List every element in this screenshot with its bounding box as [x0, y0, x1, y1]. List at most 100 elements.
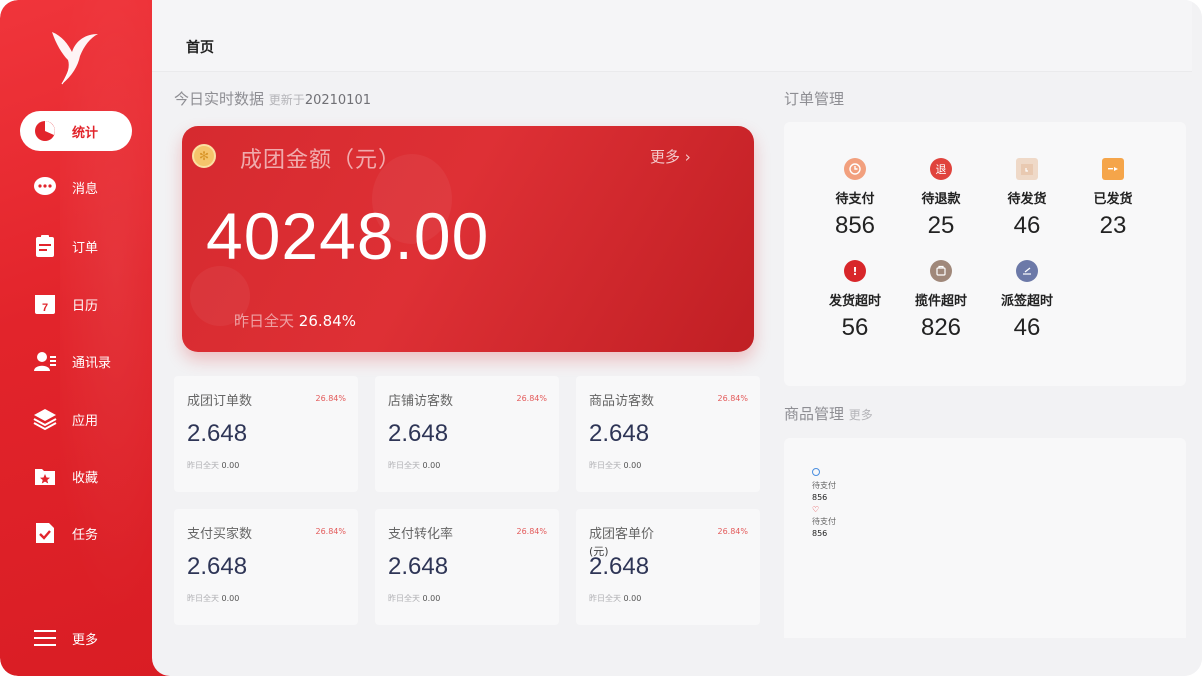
order-status-label: 待退款 — [921, 192, 961, 207]
realtime-section-title: 今日实时数据 更新于20210101 — [174, 88, 371, 109]
clipboard-icon — [32, 233, 58, 259]
stat-yesterday: 昨日全天 0.00 — [187, 461, 240, 470]
sidebar-item-stats[interactable]: 统计 — [20, 111, 132, 151]
products-title: 商品管理 — [784, 405, 845, 423]
bird-logo-icon — [52, 32, 98, 85]
stat-pct: 26.84% — [717, 527, 748, 536]
sidebar-item-tasks[interactable]: 任务 — [20, 513, 132, 553]
chevron-right-icon: › — [684, 148, 691, 166]
sidebar-item-label: 消息 — [72, 181, 99, 197]
order-status-shipped[interactable]: 已发货 23 — [1070, 158, 1156, 254]
alert-icon: ! — [844, 260, 866, 282]
heart-icon: ♡ — [812, 505, 820, 514]
list-item-value: 856 — [812, 529, 828, 538]
layers-icon — [32, 406, 58, 432]
header-bar: 首页 — [152, 0, 1192, 72]
refund-icon: 退 — [930, 158, 952, 180]
order-status-pickup-timeout[interactable]: 揽件超时 826 — [898, 260, 984, 356]
list-item[interactable]: ♡ 待支付 856 — [812, 504, 836, 540]
hamburger-menu-icon — [32, 625, 58, 651]
stat-value: 2.648 — [589, 420, 650, 447]
sidebar-more-label: 更多 — [72, 632, 99, 648]
products-panel: 待支付 856 ♡ 待支付 856 — [784, 438, 1186, 638]
order-status-label: 待支付 — [835, 192, 875, 207]
sidebar-item-orders[interactable]: 订单 — [20, 226, 132, 266]
chat-bubble-icon — [32, 174, 58, 200]
stat-name: 店铺访客数 — [388, 394, 454, 409]
sidebar-item-label: 日历 — [72, 298, 99, 314]
parcel-icon — [930, 260, 952, 282]
order-status-label: 派签超时 — [1000, 294, 1053, 309]
hero-amount-card[interactable]: ✻ 成团金额（元） 更多 › 40248.00 昨日全天 26.84% — [182, 126, 754, 352]
stat-card[interactable]: 成团订单数 26.84% 2.648 昨日全天 0.00 — [174, 376, 358, 492]
sidebar-item-label: 收藏 — [72, 470, 99, 486]
list-item-label: 待支付 — [812, 481, 836, 490]
hero-more-link[interactable]: 更多 › — [650, 146, 691, 167]
order-status-label: 待发货 — [1007, 192, 1047, 207]
stat-card[interactable]: 店铺访客数 26.84% 2.648 昨日全天 0.00 — [375, 376, 559, 492]
stat-value: 2.648 — [589, 553, 650, 580]
sidebar-more-button[interactable]: 更多 — [20, 618, 132, 658]
sidebar-item-messages[interactable]: 消息 — [20, 167, 132, 207]
stat-value: 2.648 — [187, 553, 248, 580]
updated-date: 20210101 — [304, 93, 371, 108]
sidebar-item-label: 通讯录 — [72, 355, 112, 371]
calendar-day: 7 — [42, 302, 48, 314]
pie-chart-icon — [32, 118, 58, 144]
hero-yesterday: 昨日全天 26.84% — [234, 312, 356, 330]
sidebar-item-label: 任务 — [72, 527, 99, 543]
stat-value: 2.648 — [388, 420, 449, 447]
app-window: 统计 消息 订单 7 日历 通讯录 应用 收藏 任务 更多 首页 今日实时数据 … — [0, 0, 1202, 676]
order-status-pending-shipment[interactable]: 待发货 46 — [984, 158, 1070, 254]
order-status-label: 已发货 — [1093, 192, 1133, 207]
stat-card[interactable]: 支付转化率 26.84% 2.648 昨日全天 0.00 — [375, 509, 559, 625]
order-status-sign-timeout[interactable]: 派签超时 46 — [984, 260, 1070, 356]
contacts-icon — [32, 348, 58, 374]
stat-yesterday: 昨日全天 0.00 — [388, 461, 441, 470]
order-status-count: 23 — [1099, 212, 1127, 239]
smile-icon — [812, 468, 820, 476]
order-status-ship-timeout[interactable]: ! 发货超时 56 — [812, 260, 898, 356]
order-status-count: 826 — [920, 314, 962, 341]
order-status-count: 46 — [1013, 212, 1041, 239]
stat-name: 支付转化率 — [388, 527, 454, 542]
order-status-pending-payment[interactable]: 待支付 856 — [812, 158, 898, 254]
order-status-count: 856 — [834, 212, 876, 239]
stat-name: 商品访客数 — [589, 394, 655, 409]
list-item-label: 待支付 — [812, 517, 836, 526]
list-item[interactable]: 待支付 856 — [812, 468, 836, 504]
stat-yesterday: 昨日全天 0.00 — [589, 594, 642, 603]
stat-value: 2.648 — [388, 553, 449, 580]
sidebar-item-label: 订单 — [72, 240, 99, 256]
calendar-icon: 7 — [32, 291, 58, 317]
box-clock-icon — [1016, 158, 1038, 180]
stat-name: 成团订单数 — [187, 394, 253, 409]
stat-yesterday: 昨日全天 0.00 — [187, 594, 240, 603]
hero-title: 成团金额（元） — [240, 148, 402, 173]
stat-card[interactable]: 成团客单价 (元) 26.84% 2.648 昨日全天 0.00 — [576, 509, 760, 625]
stat-card[interactable]: 支付买家数 26.84% 2.648 昨日全天 0.00 — [174, 509, 358, 625]
sidebar-item-contacts[interactable]: 通讯录 — [20, 341, 132, 381]
order-status-pending-refund[interactable]: 退 待退款 25 — [898, 158, 984, 254]
sidebar: 统计 消息 订单 7 日历 通讯录 应用 收藏 任务 更多 — [0, 0, 200, 676]
sidebar-item-label: 应用 — [72, 413, 99, 429]
shipped-icon — [1102, 158, 1124, 180]
updated-label: 更新于 — [268, 93, 305, 107]
order-status-count: 25 — [927, 212, 955, 239]
orders-section-title: 订单管理 — [784, 90, 845, 108]
products-section-title: 商品管理 更多 — [784, 403, 873, 424]
order-status-count: 56 — [841, 314, 869, 341]
order-status-count: 46 — [1013, 314, 1041, 341]
sidebar-item-favorites[interactable]: 收藏 — [20, 456, 132, 496]
products-more-link[interactable]: 更多 — [849, 408, 873, 422]
main-panel: 首页 今日实时数据 更新于20210101 ✻ 成团金额（元） 更多 › 402… — [152, 0, 1202, 676]
orders-panel: 待支付 856 退 待退款 25 待发货 46 已发货 23 ! 发货超时 56… — [784, 122, 1186, 386]
list-item-value: 856 — [812, 493, 828, 502]
sidebar-item-apps[interactable]: 应用 — [20, 399, 132, 439]
stat-card[interactable]: 商品访客数 26.84% 2.648 昨日全天 0.00 — [576, 376, 760, 492]
stat-pct: 26.84% — [516, 527, 547, 536]
sign-icon — [1016, 260, 1038, 282]
sidebar-item-calendar[interactable]: 7 日历 — [20, 284, 132, 324]
order-status-label: 发货超时 — [828, 294, 881, 309]
stat-value: 2.648 — [187, 420, 248, 447]
